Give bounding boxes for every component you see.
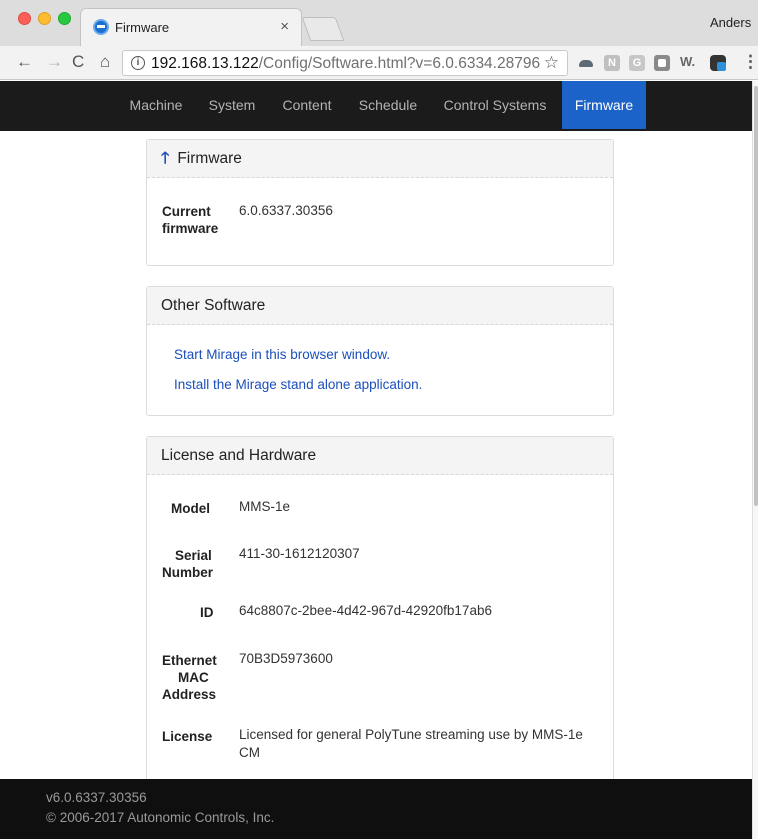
evernote-extension-icon[interactable] bbox=[710, 55, 726, 71]
install-mirage-link[interactable]: Install the Mirage stand alone applicati… bbox=[174, 377, 422, 392]
serial-number-label-line1: Serial bbox=[175, 548, 212, 563]
back-arrow-icon[interactable]: ← bbox=[16, 52, 33, 72]
url-path: /Config/Software.html?v=6.0.6334.28796 bbox=[258, 55, 541, 72]
home-icon[interactable]: ⌂ bbox=[100, 52, 110, 72]
forward-arrow-icon[interactable]: → bbox=[46, 52, 63, 72]
browser-toolbar: ← → C ⌂ i 192.168.13.122/Config/Software… bbox=[0, 46, 758, 80]
footer-copyright: © 2006-2017 Autonomic Controls, Inc. bbox=[46, 810, 275, 825]
window-maximize-button[interactable] bbox=[58, 12, 71, 25]
url-text[interactable]: 192.168.13.122/Config/Software.html?v=6.… bbox=[151, 55, 540, 73]
favicon-icon bbox=[93, 19, 109, 35]
nav-item-firmware[interactable]: Firmware bbox=[562, 81, 646, 129]
bookmark-star-icon[interactable]: ☆ bbox=[544, 53, 559, 73]
window-minimize-button[interactable] bbox=[38, 12, 51, 25]
scrollbar-thumb[interactable] bbox=[754, 86, 758, 506]
ethernet-mac-label-line2: MAC bbox=[178, 670, 209, 685]
browser-menu-icon[interactable]: ⋮ bbox=[742, 52, 758, 72]
current-firmware-label-line1: Current bbox=[162, 204, 211, 219]
firmware-panel-title: Firmware bbox=[177, 150, 242, 167]
tab-title: Firmware bbox=[115, 20, 170, 35]
model-value: MMS-1e bbox=[239, 499, 291, 514]
window-close-button[interactable] bbox=[18, 12, 31, 25]
license-hardware-panel-title: License and Hardware bbox=[161, 447, 317, 464]
ethernet-mac-label-line1: Ethernet bbox=[162, 653, 217, 668]
start-mirage-link[interactable]: Start Mirage in this browser window. bbox=[174, 347, 390, 362]
address-bar[interactable]: i 192.168.13.122/Config/Software.html?v=… bbox=[122, 50, 568, 76]
license-label: License bbox=[162, 729, 213, 744]
other-software-panel: Other Software Start Mirage in this brow… bbox=[146, 286, 614, 416]
serial-number-value: 411-30-1612120307 bbox=[239, 546, 360, 561]
page-footer: v6.0.6337.30356 © 2006-2017 Autonomic Co… bbox=[0, 779, 752, 839]
serial-number-label-line2: Number bbox=[162, 565, 214, 580]
tab-close-icon[interactable]: × bbox=[280, 18, 289, 35]
up-arrow-icon[interactable]: 🡑 bbox=[161, 150, 169, 167]
browser-tab[interactable]: Firmware × bbox=[80, 8, 302, 46]
other-software-panel-header: Other Software bbox=[147, 287, 613, 325]
new-tab-button[interactable] bbox=[301, 17, 345, 41]
info-icon[interactable]: i bbox=[131, 56, 145, 70]
other-software-panel-title: Other Software bbox=[161, 297, 266, 314]
license-hardware-panel: License and Hardware Model MMS-1e Serial… bbox=[146, 436, 614, 796]
url-host: 192.168.13.122 bbox=[151, 55, 259, 72]
site-navbar: Machine System Content Schedule Control … bbox=[0, 81, 752, 131]
browser-titlebar: Firmware × Anders bbox=[0, 0, 758, 46]
model-label: Model bbox=[171, 501, 210, 516]
nav-item-content[interactable]: Content bbox=[268, 81, 346, 129]
nav-item-control-systems[interactable]: Control Systems bbox=[430, 81, 560, 129]
nav-item-schedule[interactable]: Schedule bbox=[346, 81, 430, 129]
license-value-line1: Licensed for general PolyTune streaming … bbox=[239, 727, 583, 742]
id-label: ID bbox=[200, 605, 214, 620]
nav-item-machine[interactable]: Machine bbox=[116, 81, 196, 129]
id-value: 64c8807c-2bee-4d42-967d-42920fb17ab6 bbox=[239, 603, 492, 618]
current-firmware-value: 6.0.6337.30356 bbox=[239, 203, 333, 218]
ethernet-mac-label-line3: Address bbox=[162, 687, 217, 702]
nav-item-system[interactable]: System bbox=[196, 81, 268, 129]
g-extension-icon[interactable]: G bbox=[629, 55, 645, 71]
n-extension-icon[interactable]: N bbox=[604, 55, 620, 71]
firmware-panel-header[interactable]: 🡑 Firmware bbox=[147, 140, 613, 178]
ethernet-mac-value: 70B3D5973600 bbox=[239, 651, 333, 666]
current-firmware-label-line2: firmware bbox=[162, 221, 219, 236]
w-extension-icon[interactable]: W. bbox=[680, 54, 696, 70]
footer-version: v6.0.6337.30356 bbox=[46, 790, 147, 805]
profile-name[interactable]: Anders bbox=[710, 15, 751, 30]
tortoise-extension-icon[interactable] bbox=[578, 55, 594, 71]
license-hardware-panel-header: License and Hardware bbox=[147, 437, 613, 475]
license-value-line2: CM bbox=[239, 745, 260, 760]
firmware-panel: 🡑 Firmware Current firmware 6.0.6337.3035… bbox=[146, 139, 614, 266]
reload-icon[interactable]: C bbox=[72, 52, 84, 72]
box-extension-icon[interactable] bbox=[654, 55, 670, 71]
